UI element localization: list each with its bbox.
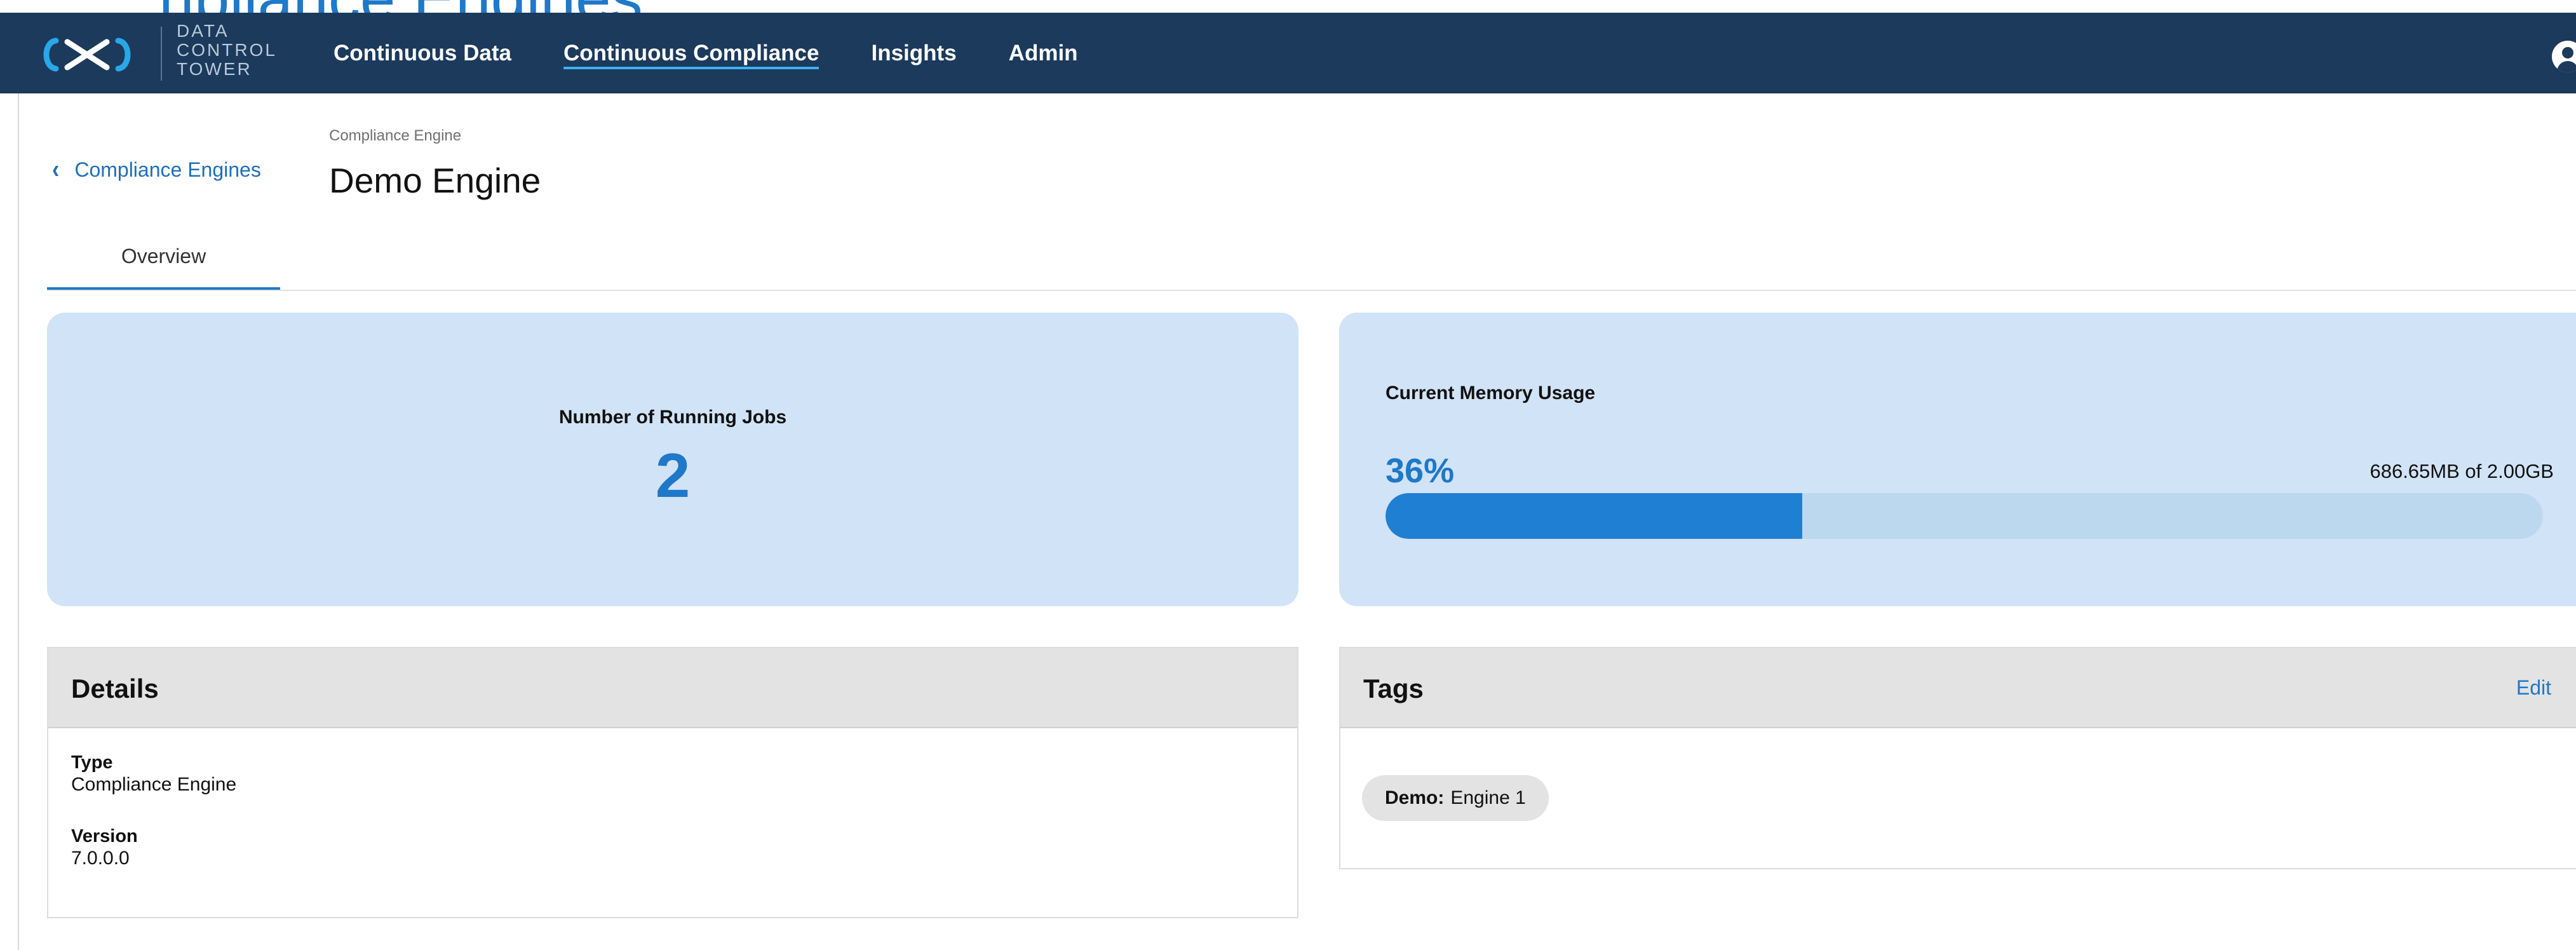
- nav-item-continuous-compliance[interactable]: Continuous Compliance: [563, 13, 819, 93]
- tags-panel-header: Tags Edit: [1340, 648, 2576, 728]
- running-jobs-value: 2: [655, 440, 691, 510]
- page-heading-fragment: npliance Engines: [159, 0, 643, 13]
- running-jobs-card: Number of Running Jobs 2: [47, 313, 1298, 606]
- memory-usage-card: Current Memory Usage 36% 686.65MB of 2.0…: [1339, 313, 2576, 606]
- logo-line: DATA: [177, 21, 229, 41]
- back-to-compliance-engines-link[interactable]: ‹ Compliance Engines: [52, 155, 261, 184]
- logo-line: TOWER: [177, 59, 252, 79]
- page-left-border: [18, 93, 19, 950]
- page-title: Demo Engine: [329, 161, 541, 200]
- running-jobs-label: Number of Running Jobs: [558, 407, 787, 428]
- tags-title: Tags: [1363, 674, 1424, 703]
- tag-chip[interactable]: Demo: Engine 1: [1362, 775, 1549, 821]
- tags-panel: Tags Edit Demo: Engine 1: [1339, 647, 2576, 869]
- nav-item-continuous-data[interactable]: Continuous Data: [334, 13, 511, 93]
- logo-line: CONTROL: [177, 40, 277, 60]
- tag-value: Engine 1: [1450, 787, 1526, 808]
- tab-overview[interactable]: Overview: [47, 222, 280, 290]
- tag-key: Demo:: [1385, 787, 1445, 808]
- memory-progress-bar: [1386, 493, 2543, 539]
- edit-tags-button[interactable]: Edit: [2516, 676, 2551, 700]
- nav-menu: Continuous Data Continuous Compliance In…: [334, 13, 1130, 93]
- memory-usage-label: Current Memory Usage: [1386, 383, 1596, 404]
- version-label: Version: [71, 826, 138, 846]
- chevron-left-icon: ‹: [52, 155, 60, 184]
- tab-divider: [47, 290, 2576, 291]
- version-value: 7.0.0.0: [71, 848, 130, 869]
- infinity-logo-icon[interactable]: [39, 36, 135, 74]
- top-navigation-bar: DATA CONTROL TOWER Continuous Data Conti…: [0, 13, 2576, 93]
- details-title: Details: [71, 674, 159, 703]
- logo-divider: [161, 27, 162, 81]
- memory-progress-fill: [1386, 493, 1802, 539]
- type-label: Type: [71, 752, 113, 773]
- details-panel-header: Details: [48, 648, 1297, 728]
- memory-usage-percent: 36%: [1386, 452, 1455, 490]
- memory-usage-amount: 686.65MB of 2.00GB: [2370, 460, 2554, 482]
- type-value: Compliance Engine: [71, 774, 237, 795]
- user-avatar-icon[interactable]: [2552, 41, 2576, 72]
- details-panel: Details Type Compliance Engine Version 7…: [47, 647, 1298, 918]
- breadcrumb: Compliance Engine: [329, 127, 462, 144]
- nav-item-insights[interactable]: Insights: [871, 13, 956, 93]
- back-link-label: Compliance Engines: [74, 158, 261, 181]
- nav-item-admin[interactable]: Admin: [1009, 13, 1078, 93]
- logo-wordmark: DATA CONTROL TOWER: [177, 22, 291, 79]
